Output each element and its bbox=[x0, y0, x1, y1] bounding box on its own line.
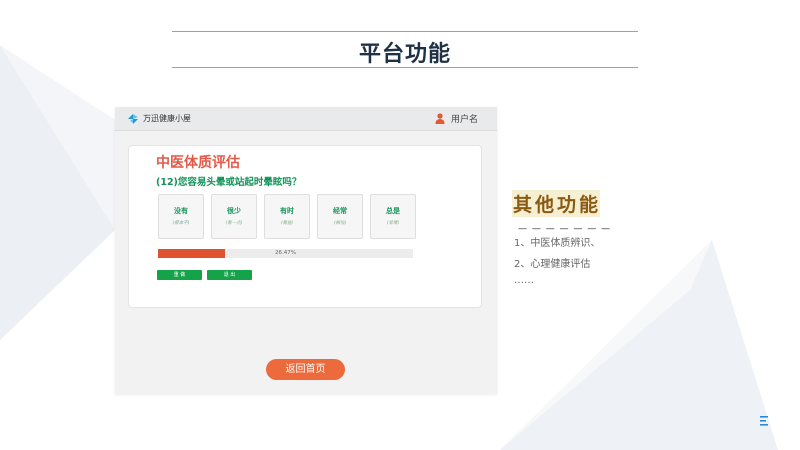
title-bottom-rule bbox=[172, 67, 638, 68]
assessment-title: 中医体质评估 bbox=[156, 155, 240, 171]
option-often[interactable]: 经常 (相当) bbox=[317, 194, 363, 239]
user-name-link[interactable]: 用户名 bbox=[451, 112, 478, 125]
title-char: 能 bbox=[578, 190, 601, 217]
feature-item: …… bbox=[514, 275, 534, 286]
progress-bar: 26.47% bbox=[158, 249, 413, 258]
question-text: (12)您容易头晕或站起时晕眩吗？ bbox=[156, 177, 302, 188]
slide-title: 平台功能 bbox=[358, 42, 451, 67]
redo-button[interactable]: 重 做 bbox=[157, 270, 202, 280]
dash-divider: — — — — — — — bbox=[518, 224, 612, 234]
brand-logo-icon bbox=[128, 114, 138, 124]
title-char: 其 bbox=[512, 190, 535, 217]
option-none[interactable]: 没有 (根本不) bbox=[158, 194, 204, 239]
app-header: 万迅健康小屋 用户名 bbox=[115, 107, 497, 131]
option-sublabel: (有一点) bbox=[225, 221, 243, 226]
title-char: 功 bbox=[556, 190, 579, 217]
option-sublabel: (相当) bbox=[333, 221, 347, 226]
option-label: 很少 bbox=[227, 207, 241, 215]
option-sublabel: (非常) bbox=[386, 221, 400, 226]
option-sublabel: (有些) bbox=[280, 221, 294, 226]
exit-button[interactable]: 退 出 bbox=[207, 270, 252, 280]
option-always[interactable]: 总是 (非常) bbox=[370, 194, 416, 239]
app-name: 万迅健康小屋 bbox=[143, 114, 191, 123]
option-label: 没有 bbox=[174, 207, 188, 215]
other-functions-title: 其他功能 bbox=[512, 190, 601, 217]
option-label: 有时 bbox=[280, 207, 294, 215]
option-sublabel: (根本不) bbox=[172, 221, 190, 226]
corner-mark-icon bbox=[760, 416, 768, 426]
app-mockup-window: 万迅健康小屋 用户名 中医体质评估 (12)您容易头晕或站起时晕眩吗？ 没有 (… bbox=[115, 107, 497, 394]
progress-text: 26.47% bbox=[275, 250, 296, 256]
option-label: 经常 bbox=[333, 207, 347, 215]
assessment-card: 中医体质评估 (12)您容易头晕或站起时晕眩吗？ 没有 (根本不) 很少 (有一… bbox=[128, 145, 482, 308]
user-icon[interactable] bbox=[435, 113, 445, 124]
title-top-rule bbox=[172, 31, 638, 32]
feature-item: 1、中医体质辨识、 bbox=[514, 238, 601, 249]
title-char: 他 bbox=[534, 190, 557, 217]
option-rarely[interactable]: 很少 (有一点) bbox=[211, 194, 257, 239]
home-button[interactable]: 返回首页 bbox=[266, 359, 345, 380]
feature-item: 2、心理健康评估 bbox=[514, 259, 591, 270]
option-sometimes[interactable]: 有时 (有些) bbox=[264, 194, 310, 239]
option-label: 总是 bbox=[386, 207, 400, 215]
